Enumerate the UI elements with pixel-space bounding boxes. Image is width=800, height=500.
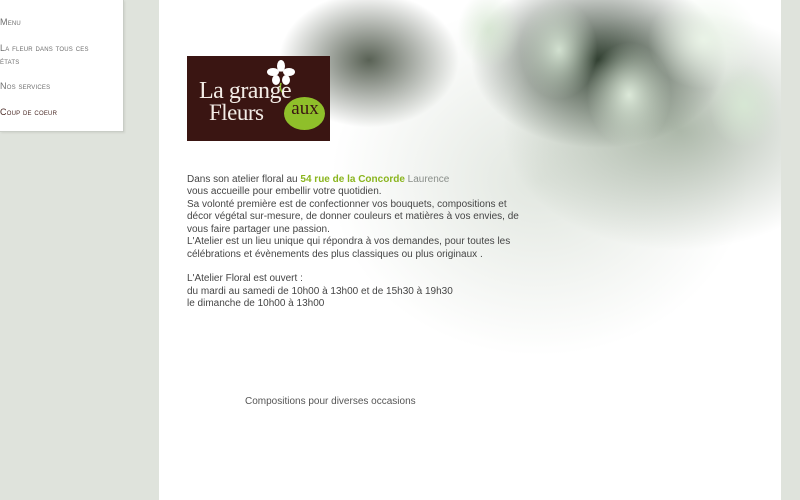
intro-suffix: Laurence [404, 174, 450, 185]
nav-item-menu[interactable]: Menu [0, 16, 118, 29]
logo-text-fleurs: Fleurs [209, 100, 264, 125]
body-line-4: vous faire partager une passion. [187, 224, 330, 235]
body-line-5: L'Atelier est un lieu unique qui répondr… [187, 236, 511, 247]
hours-weekdays: du mardi au samedi de 10h00 à 13h00 et d… [187, 286, 453, 297]
hours-sunday: le dimanche de 10h00 à 13h00 [187, 298, 325, 309]
side-navigation: Menu La fleur dans tous ces états Nos se… [0, 0, 124, 132]
nav-item-la-fleur[interactable]: La fleur dans tous ces états [0, 42, 118, 68]
body-line-6: célébrations et évènements des plus clas… [187, 249, 483, 260]
body-line-1: vous accueille pour embellir votre quoti… [187, 186, 382, 197]
body-line-2: Sa volonté première est de confectionner… [187, 199, 507, 210]
hours-title: L'Atelier Floral est ouvert : [187, 273, 303, 284]
compositions-caption[interactable]: Compositions pour diverses occasions [245, 396, 416, 407]
nav-item-nos-services[interactable]: Nos services [0, 80, 118, 93]
nav-item-la-fleur-line2: états [0, 56, 20, 66]
body-line-3: décor végétal sur-mesure, de donner coul… [187, 211, 519, 222]
address-highlight: 54 rue de la Concorde [300, 174, 405, 185]
nav-item-la-fleur-line1: La fleur dans tous ces [0, 43, 89, 53]
intro-line: Dans son atelier floral au 54 rue de la … [187, 174, 449, 187]
page-right-margin [781, 0, 800, 500]
intro-prefix: Dans son atelier floral au [187, 174, 301, 185]
logo-text-aux: aux [291, 98, 319, 119]
site-logo[interactable]: La grange Fleurs aux [187, 56, 330, 141]
nav-item-coup-de-coeur[interactable]: Coup de coeur [0, 106, 118, 119]
